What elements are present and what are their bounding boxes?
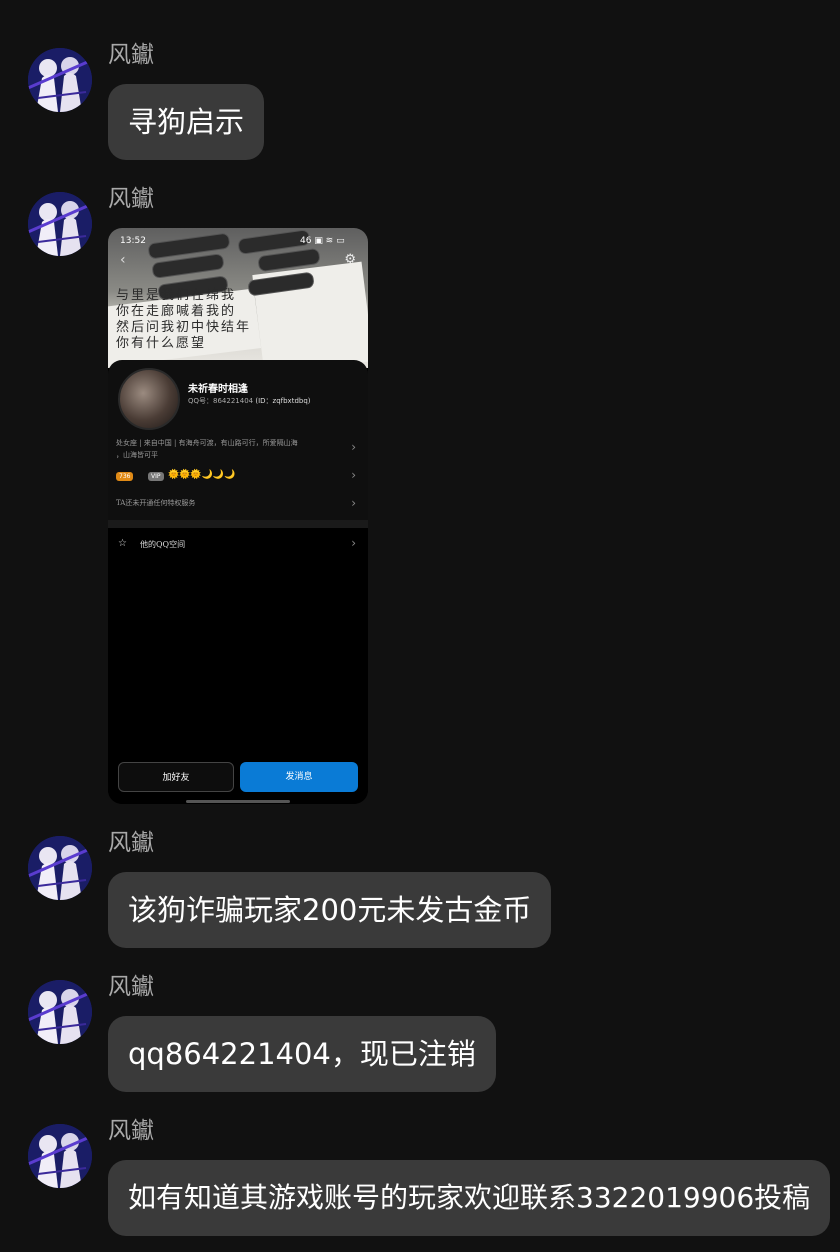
message-bubble[interactable]: 该狗诈骗玩家200元未发古金币 — [108, 872, 552, 948]
chevron-right-icon: › — [351, 496, 356, 510]
message-bubble[interactable]: qq864221404，现已注销 — [108, 1016, 496, 1092]
gear-icon: ⚙ — [344, 252, 356, 267]
status-icons: 46 ▣ ≋ ▭ — [300, 236, 345, 246]
sender-name: 风钀 — [108, 974, 154, 1000]
message-bubble[interactable]: 寻狗启示 — [108, 84, 265, 160]
profile-name: 未祈春时相逢 — [188, 384, 248, 395]
sender-name: 风钀 — [108, 1118, 154, 1144]
bio-line: 处女座 | 来自中国 | 有海舟可渡，有山路可行，所爱隔山海 — [116, 439, 298, 447]
avatar[interactable] — [28, 1124, 92, 1188]
message-bubble[interactable]: 如有知道其游戏账号的玩家欢迎联系3322019906投稿 — [108, 1160, 831, 1236]
chevron-right-icon: › — [351, 468, 356, 482]
avatar[interactable] — [28, 836, 92, 900]
handwriting-text: 与里是我们在绵我 你在走廊喊着我的 然后问我初中快结年 你有什么愿望 — [116, 288, 252, 351]
add-friend-button: 加好友 — [118, 762, 234, 792]
status-time: 13:52 — [120, 236, 146, 246]
qq-number: QQ号：864221404 (ID：zqfbxtdbq) — [188, 397, 311, 405]
home-indicator — [186, 800, 290, 803]
image-message[interactable]: 13:52 46 ▣ ≋ ▭ ‹ ⚙ 与里是我们在绵我 你在走廊喊着我的 然后问… — [108, 228, 368, 804]
profile-card: 未祈春时相逢 QQ号：864221404 (ID：zqfbxtdbq) 处女座 … — [108, 360, 368, 520]
service-text: TA还未开通任何特权服务 — [116, 499, 196, 507]
back-icon: ‹ — [120, 252, 126, 268]
chevron-right-icon: › — [351, 440, 356, 454]
sender-name: 风钀 — [108, 186, 154, 212]
profile-avatar — [118, 368, 180, 430]
send-message-button: 发消息 — [240, 762, 358, 792]
star-icon: ☆ — [118, 538, 127, 549]
sender-name: 风钀 — [108, 42, 154, 68]
vip-badge: VIP — [148, 472, 164, 481]
avatar[interactable] — [28, 980, 92, 1044]
bio-line: ，山海皆可平 — [116, 451, 158, 459]
avatar[interactable] — [28, 192, 92, 256]
chevron-right-icon: › — [351, 536, 356, 550]
sender-name: 风钀 — [108, 830, 154, 856]
level-badge: 736 — [116, 472, 134, 481]
level-icons: 🌞🌞🌞🌙🌙🌙 — [168, 470, 236, 480]
qzone-label: 他的QQ空间 — [140, 540, 186, 549]
avatar[interactable] — [28, 48, 92, 112]
divider — [108, 520, 368, 528]
